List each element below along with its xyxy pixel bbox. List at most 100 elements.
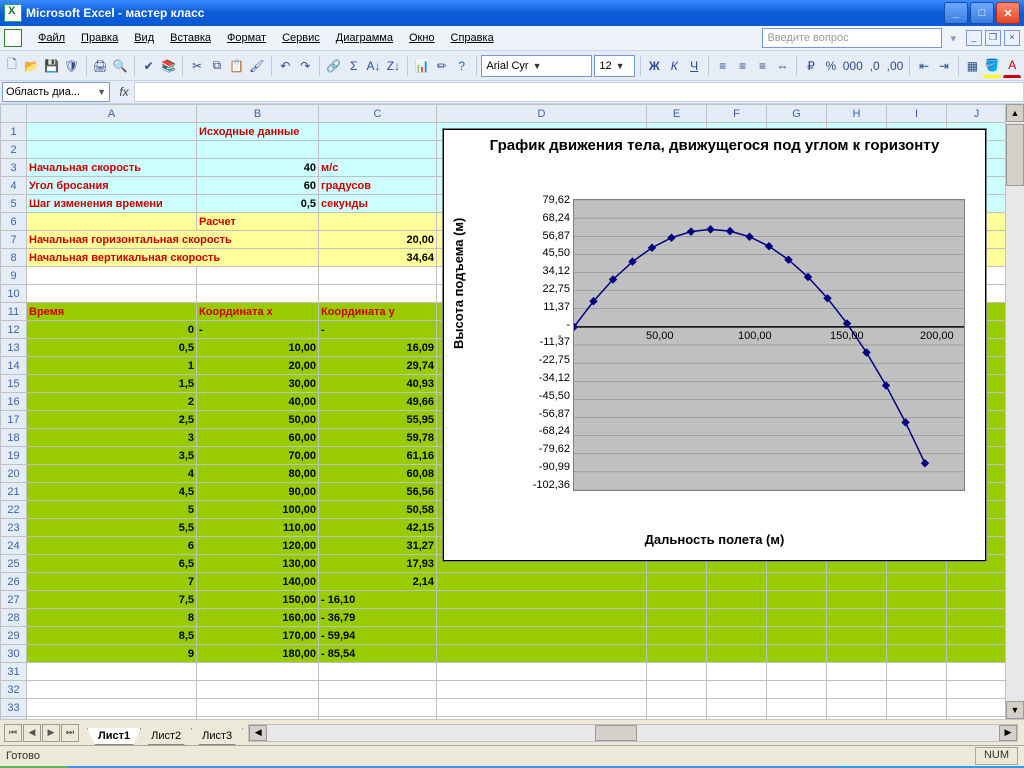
close-button[interactable]: ✕ — [996, 2, 1020, 24]
cell[interactable] — [707, 591, 767, 609]
cell[interactable] — [947, 663, 1007, 681]
research-icon[interactable]: 📚 — [160, 54, 178, 77]
cell[interactable] — [827, 681, 887, 699]
paste-icon[interactable]: 📋 — [228, 54, 246, 77]
cell[interactable]: Начальная горизонтальная скорость — [27, 231, 319, 249]
cell[interactable] — [197, 267, 319, 285]
cell[interactable] — [707, 609, 767, 627]
cell[interactable] — [197, 663, 319, 681]
cell[interactable]: секунды — [319, 195, 437, 213]
cell[interactable] — [947, 573, 1007, 591]
cell[interactable]: 17,93 — [319, 555, 437, 573]
cell[interactable] — [319, 267, 437, 285]
scroll-down-icon[interactable]: ▼ — [1006, 701, 1024, 719]
cell[interactable]: 3,5 — [27, 447, 197, 465]
cell[interactable] — [827, 699, 887, 717]
cell[interactable] — [887, 681, 947, 699]
cell[interactable]: 8,5 — [27, 627, 197, 645]
row-header[interactable]: 27 — [1, 591, 27, 609]
row-header[interactable]: 18 — [1, 429, 27, 447]
cell[interactable] — [827, 609, 887, 627]
new-icon[interactable]: 🗋 — [3, 54, 21, 77]
cell[interactable]: 180,00 — [197, 645, 319, 663]
font-size-select[interactable]: 12▼ — [594, 55, 634, 77]
cell[interactable] — [707, 573, 767, 591]
cell[interactable]: 10,00 — [197, 339, 319, 357]
row-header[interactable]: 5 — [1, 195, 27, 213]
cell[interactable] — [27, 717, 197, 720]
cell[interactable]: 4,5 — [27, 483, 197, 501]
cell[interactable] — [27, 699, 197, 717]
cell[interactable]: Время — [27, 303, 197, 321]
cell[interactable] — [197, 285, 319, 303]
col-header[interactable]: C — [319, 105, 437, 123]
scroll-left-icon[interactable]: ◀ — [249, 725, 267, 741]
cell[interactable] — [767, 609, 827, 627]
cell[interactable] — [647, 591, 707, 609]
menu-insert[interactable]: Вставка — [164, 30, 217, 46]
row-header[interactable]: 1 — [1, 123, 27, 141]
cell[interactable]: 55,95 — [319, 411, 437, 429]
row-header[interactable]: 25 — [1, 555, 27, 573]
cell[interactable]: 29,74 — [319, 357, 437, 375]
menu-file[interactable]: Файл — [32, 30, 71, 46]
cell[interactable]: 60 — [197, 177, 319, 195]
row-header[interactable]: 7 — [1, 231, 27, 249]
cell[interactable] — [767, 627, 827, 645]
cell[interactable]: - 36,79 — [319, 609, 437, 627]
align-left-icon[interactable]: ≡ — [714, 54, 732, 77]
row-header[interactable]: 15 — [1, 375, 27, 393]
cell[interactable]: - — [319, 321, 437, 339]
cell[interactable]: 50,58 — [319, 501, 437, 519]
tab-first-icon[interactable]: ⏮ — [4, 724, 22, 742]
cell[interactable] — [437, 645, 647, 663]
menu-service[interactable]: Сервис — [276, 30, 326, 46]
cell[interactable] — [947, 591, 1007, 609]
ask-question-input[interactable]: Введите вопрос — [762, 28, 942, 48]
cell[interactable]: 42,15 — [319, 519, 437, 537]
scroll-up-icon[interactable]: ▲ — [1006, 104, 1024, 122]
cell[interactable]: 5,5 — [27, 519, 197, 537]
cell[interactable]: Координата y — [319, 303, 437, 321]
cell[interactable] — [827, 645, 887, 663]
menu-view[interactable]: Вид — [128, 30, 160, 46]
hscroll-thumb[interactable] — [595, 725, 637, 741]
cell[interactable] — [887, 663, 947, 681]
cell[interactable]: 3 — [27, 429, 197, 447]
row-header[interactable]: 23 — [1, 519, 27, 537]
font-name-select[interactable]: Arial Cyr▼ — [481, 55, 592, 77]
cell[interactable]: 30,00 — [197, 375, 319, 393]
col-header[interactable]: I — [887, 105, 947, 123]
row-header[interactable]: 4 — [1, 177, 27, 195]
cell[interactable] — [27, 663, 197, 681]
tab-last-icon[interactable]: ⏭ — [61, 724, 79, 742]
cell[interactable]: Начальная вертикальная скорость — [27, 249, 319, 267]
col-header[interactable]: G — [767, 105, 827, 123]
help-icon[interactable]: ? — [453, 54, 471, 77]
cell[interactable] — [827, 663, 887, 681]
cell[interactable]: 2 — [27, 393, 197, 411]
row-header[interactable]: 14 — [1, 357, 27, 375]
chart-wizard-icon[interactable]: 📊 — [413, 54, 431, 77]
row-header[interactable]: 20 — [1, 465, 27, 483]
cell[interactable]: 160,00 — [197, 609, 319, 627]
cell[interactable]: 56,56 — [319, 483, 437, 501]
cell[interactable] — [319, 213, 437, 231]
row-header[interactable]: 19 — [1, 447, 27, 465]
cell[interactable] — [767, 645, 827, 663]
drawing-icon[interactable]: ✏ — [433, 54, 451, 77]
cell[interactable]: Исходные данные — [197, 123, 319, 141]
row-header[interactable]: 32 — [1, 681, 27, 699]
cell[interactable]: 40,93 — [319, 375, 437, 393]
undo-icon[interactable]: ↶ — [276, 54, 294, 77]
menu-edit[interactable]: Правка — [75, 30, 124, 46]
scroll-thumb[interactable] — [1006, 124, 1024, 186]
cell[interactable]: 60,08 — [319, 465, 437, 483]
col-header[interactable]: H — [827, 105, 887, 123]
doc-close-button[interactable]: × — [1004, 30, 1020, 46]
dec-decimal-icon[interactable]: ,00 — [886, 54, 905, 77]
cell[interactable] — [707, 645, 767, 663]
menu-chart[interactable]: Диаграмма — [330, 30, 399, 46]
cell[interactable]: 7 — [27, 573, 197, 591]
cell[interactable] — [27, 681, 197, 699]
